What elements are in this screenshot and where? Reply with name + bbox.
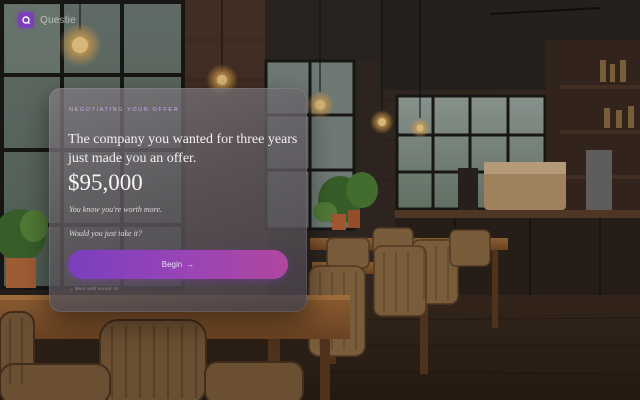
begin-button[interactable]: Begin → [68, 250, 288, 279]
card-note: You know you're worth more. [69, 205, 163, 214]
begin-button-label: Begin [161, 260, 183, 269]
card-question: Would you just take it? [69, 229, 143, 238]
logo-mark-icon [18, 12, 34, 28]
brand[interactable]: Questie [18, 12, 76, 28]
sound-hint: → Best with sound on [69, 286, 119, 291]
offer-amount: $95,000 [68, 170, 143, 195]
offer-card: NEGOTIATING YOUR OFFER The company you w… [49, 88, 307, 312]
card-eyebrow: NEGOTIATING YOUR OFFER [69, 107, 180, 113]
arrow-right-icon: → [186, 260, 195, 269]
brand-name: Questie [40, 14, 76, 26]
card-headline: The company you wanted for three years j… [68, 132, 298, 166]
